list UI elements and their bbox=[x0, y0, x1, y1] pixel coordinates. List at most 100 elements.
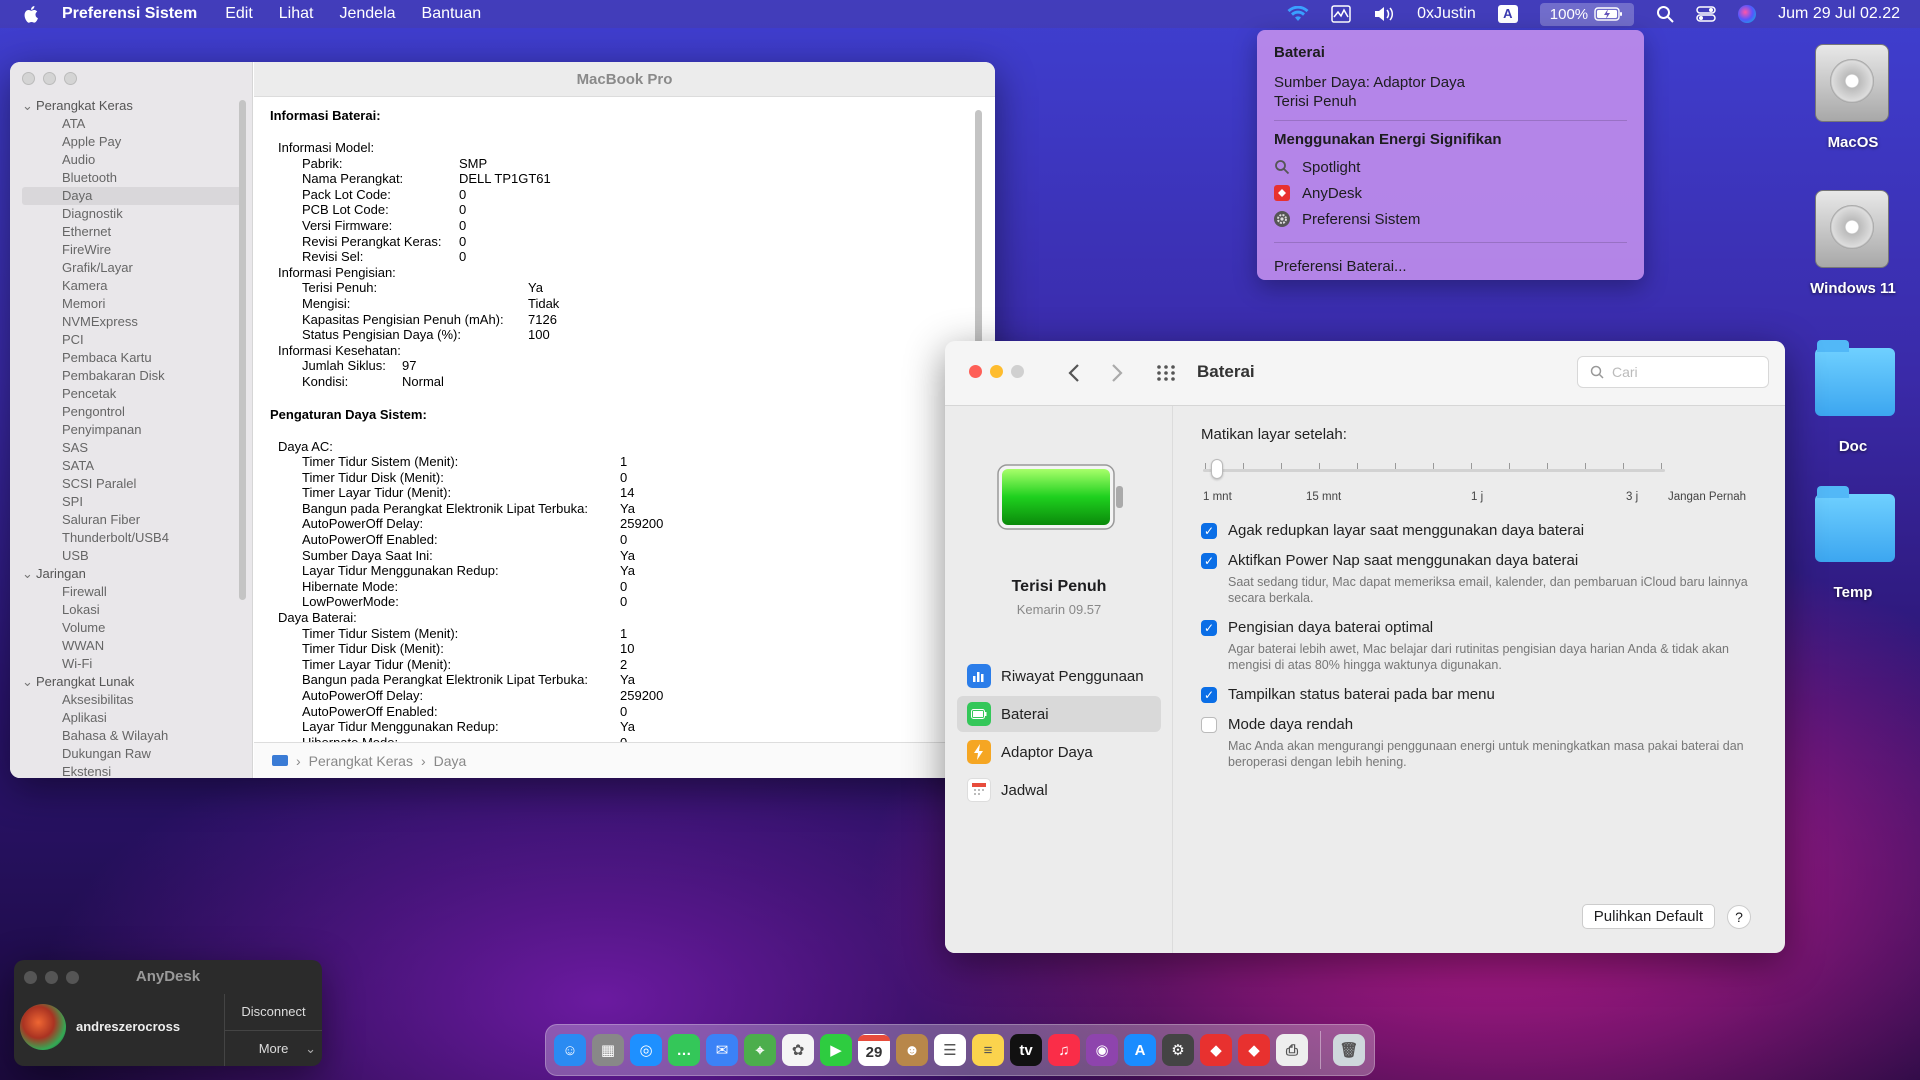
tree-item[interactable]: Pembakaran Disk bbox=[10, 367, 252, 385]
tree-item[interactable]: Lokasi bbox=[10, 601, 252, 619]
anydesk-alt-icon[interactable]: ◆ bbox=[1238, 1034, 1270, 1066]
tree-item[interactable]: FireWire bbox=[10, 241, 252, 259]
reminders-icon[interactable]: ☰ bbox=[934, 1034, 966, 1066]
tree-item[interactable]: NVMExpress bbox=[10, 313, 252, 331]
tree-item[interactable]: Ekstensi bbox=[10, 763, 252, 778]
energy-app-spotlight[interactable]: Spotlight bbox=[1274, 154, 1627, 180]
checkbox[interactable] bbox=[1201, 717, 1217, 733]
help-button[interactable]: ? bbox=[1727, 904, 1751, 929]
tree-item[interactable]: WWAN bbox=[10, 637, 252, 655]
nav-usage-history[interactable]: Riwayat Penggunaan bbox=[957, 658, 1161, 694]
desktop-icon-doc[interactable]: Doc bbox=[1793, 340, 1913, 455]
tree-item[interactable]: Thunderbolt/USB4 bbox=[10, 529, 252, 547]
tree-item[interactable]: Saluran Fiber bbox=[10, 511, 252, 529]
tree-item[interactable]: Aksesibilitas bbox=[10, 691, 252, 709]
desktop-icon-windows[interactable]: Windows 11 bbox=[1793, 190, 1913, 297]
facetime-icon[interactable]: ▶ bbox=[820, 1034, 852, 1066]
launchpad-icon[interactable]: ▦ bbox=[592, 1034, 624, 1066]
tree-item[interactable]: Grafik/Layar bbox=[10, 259, 252, 277]
sidebar-scrollbar[interactable] bbox=[239, 100, 246, 600]
apple-menu-icon[interactable] bbox=[22, 4, 42, 24]
control-center-icon[interactable] bbox=[1696, 5, 1716, 23]
back-chevron-icon[interactable] bbox=[1067, 363, 1081, 383]
tree-item[interactable]: ATA bbox=[10, 115, 252, 133]
tree-group[interactable]: Perangkat Keras bbox=[10, 97, 252, 115]
wifi-icon[interactable] bbox=[1287, 6, 1309, 22]
tree-item[interactable]: SCSI Paralel bbox=[10, 475, 252, 493]
energy-app-anydesk[interactable]: AnyDesk bbox=[1274, 180, 1627, 206]
tree-item[interactable]: Penyimpanan bbox=[10, 421, 252, 439]
photos-icon[interactable]: ✿ bbox=[782, 1034, 814, 1066]
show-all-grid-icon[interactable] bbox=[1156, 364, 1176, 382]
tree-item[interactable]: Bahasa & Wilayah bbox=[10, 727, 252, 745]
zoom-button[interactable] bbox=[1011, 365, 1024, 378]
path-segment[interactable]: Daya bbox=[434, 753, 467, 769]
tree-item[interactable]: SATA bbox=[10, 457, 252, 475]
tv-icon[interactable]: tv bbox=[1010, 1034, 1042, 1066]
option-label[interactable]: Aktifkan Power Nap saat menggunakan daya… bbox=[1228, 552, 1578, 569]
user-menu[interactable]: 0xJustin bbox=[1417, 5, 1476, 23]
tree-item[interactable]: Memori bbox=[10, 295, 252, 313]
zoom-button[interactable] bbox=[64, 72, 77, 85]
tree-group[interactable]: Jaringan bbox=[10, 565, 252, 583]
finder-icon[interactable]: ☺ bbox=[554, 1034, 586, 1066]
tree-item[interactable]: Bluetooth bbox=[10, 169, 252, 187]
minimize-button[interactable] bbox=[45, 971, 58, 984]
tree-item[interactable]: Firewall bbox=[10, 583, 252, 601]
tree-item[interactable]: Volume bbox=[10, 619, 252, 637]
tree-group[interactable]: Perangkat Lunak bbox=[10, 673, 252, 691]
menu-window[interactable]: Jendela bbox=[339, 5, 395, 23]
close-button[interactable] bbox=[24, 971, 37, 984]
restore-defaults-button[interactable]: Pulihkan Default bbox=[1581, 904, 1715, 929]
display-sleep-slider[interactable]: 1 mnt 15 mnt 1 j 3 j Jangan Pernah bbox=[1201, 449, 1757, 509]
minimize-button[interactable] bbox=[990, 365, 1003, 378]
desktop-icon-temp[interactable]: Temp bbox=[1793, 486, 1913, 601]
more-button[interactable]: More ⌄ bbox=[225, 1030, 322, 1066]
option-label[interactable]: Tampilkan status baterai pada bar menu bbox=[1228, 686, 1495, 703]
menu-help[interactable]: Bantuan bbox=[422, 5, 482, 23]
contacts-icon[interactable]: ☻ bbox=[896, 1034, 928, 1066]
tree-item[interactable]: Daya bbox=[22, 187, 242, 205]
slider-knob[interactable] bbox=[1211, 459, 1223, 479]
app-menu[interactable]: Preferensi Sistem bbox=[62, 5, 197, 23]
tree-item[interactable]: SPI bbox=[10, 493, 252, 511]
option-label[interactable]: Pengisian daya baterai optimal bbox=[1228, 619, 1433, 636]
input-source-icon[interactable]: A bbox=[1497, 5, 1518, 23]
checkbox[interactable]: ✓ bbox=[1201, 620, 1217, 636]
battery-status-item[interactable]: 100% bbox=[1539, 2, 1635, 26]
system-preferences-icon[interactable]: ⚙ bbox=[1162, 1034, 1194, 1066]
mail-icon[interactable]: ✉ bbox=[706, 1034, 738, 1066]
tree-item[interactable]: Pencetak bbox=[10, 385, 252, 403]
tree-item[interactable]: Audio bbox=[10, 151, 252, 169]
tree-item[interactable]: Dukungan Raw bbox=[10, 745, 252, 763]
podcasts-icon[interactable]: ◉ bbox=[1086, 1034, 1118, 1066]
tree-item[interactable]: Diagnostik bbox=[10, 205, 252, 223]
tree-item[interactable]: PCI bbox=[10, 331, 252, 349]
tree-item[interactable]: SAS bbox=[10, 439, 252, 457]
tree-item[interactable]: Pembaca Kartu bbox=[10, 349, 252, 367]
messages-icon[interactable]: … bbox=[668, 1034, 700, 1066]
printer-icon[interactable]: ⎙ bbox=[1276, 1034, 1308, 1066]
search-field[interactable]: Cari bbox=[1577, 356, 1769, 388]
option-label[interactable]: Mode daya rendah bbox=[1228, 716, 1353, 733]
notes-icon[interactable]: ≡ bbox=[972, 1034, 1004, 1066]
zoom-button[interactable] bbox=[66, 971, 79, 984]
tree-item[interactable]: Kamera bbox=[10, 277, 252, 295]
anydesk-icon[interactable]: ◆ bbox=[1200, 1034, 1232, 1066]
tree-item[interactable]: Aplikasi bbox=[10, 709, 252, 727]
checkbox[interactable]: ✓ bbox=[1201, 687, 1217, 703]
checkbox[interactable]: ✓ bbox=[1201, 523, 1217, 539]
checkbox[interactable]: ✓ bbox=[1201, 553, 1217, 569]
forward-chevron-icon[interactable] bbox=[1110, 363, 1124, 383]
battery-preferences-link[interactable]: Preferensi Baterai... bbox=[1274, 253, 1627, 279]
spotlight-search-icon[interactable] bbox=[1656, 5, 1674, 23]
disconnect-button[interactable]: Disconnect bbox=[225, 994, 322, 1030]
safari-icon[interactable]: ◎ bbox=[630, 1034, 662, 1066]
siri-icon[interactable] bbox=[1738, 5, 1757, 23]
nav-power-adapter[interactable]: Adaptor Daya bbox=[957, 734, 1161, 770]
maps-icon[interactable]: ⌖ bbox=[744, 1034, 776, 1066]
music-icon[interactable]: ♫ bbox=[1048, 1034, 1080, 1066]
tree-item[interactable]: Ethernet bbox=[10, 223, 252, 241]
tree-item[interactable]: Apple Pay bbox=[10, 133, 252, 151]
clock[interactable]: Jum 29 Jul 02.22 bbox=[1778, 5, 1900, 23]
